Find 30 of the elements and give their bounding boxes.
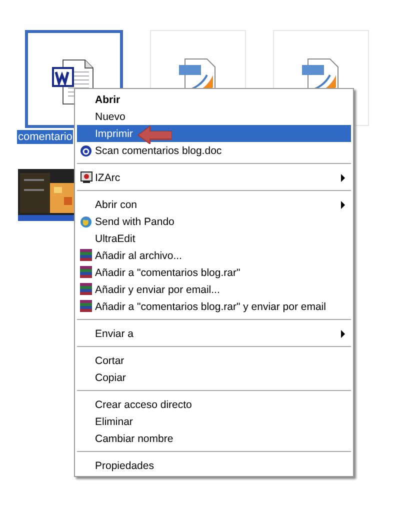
menu-item[interactable]: IZArc bbox=[77, 169, 351, 186]
menu-item[interactable]: Copiar bbox=[77, 369, 351, 386]
books-icon bbox=[79, 249, 93, 262]
menu-item[interactable]: Send with Pando bbox=[77, 213, 351, 230]
menu-item[interactable]: Añadir a "comentarios blog.rar" y enviar por email bbox=[77, 298, 351, 315]
menu-item[interactable]: Scan comentarios blog.doc bbox=[77, 142, 351, 159]
submenu-arrow-icon bbox=[341, 330, 345, 338]
menu-item[interactable]: Enviar a bbox=[77, 325, 351, 342]
menu-item[interactable]: Eliminar bbox=[77, 413, 351, 430]
menu-item[interactable]: Abrir bbox=[77, 91, 351, 108]
menu-item[interactable]: Imprimir bbox=[77, 125, 351, 142]
menu-item[interactable]: Crear acceso directo bbox=[77, 396, 351, 413]
submenu-arrow-icon bbox=[341, 174, 345, 182]
books-icon bbox=[79, 283, 93, 296]
arrow-icon bbox=[138, 126, 172, 144]
menu-item[interactable]: Abrir con bbox=[77, 196, 351, 213]
menu-item[interactable]: UltraEdit bbox=[77, 230, 351, 247]
file-name: comentario bbox=[17, 130, 74, 144]
menu-item[interactable]: Cambiar nombre bbox=[77, 430, 351, 447]
books-icon bbox=[79, 300, 93, 313]
menu-item[interactable]: Añadir y enviar por email... bbox=[77, 281, 351, 298]
books-icon bbox=[79, 266, 93, 279]
menu-item[interactable]: Añadir a "comentarios blog.rar" bbox=[77, 264, 351, 281]
scan-icon bbox=[80, 144, 92, 156]
menu-item[interactable]: Añadir al archivo... bbox=[77, 247, 351, 264]
menu-item[interactable]: Propiedades bbox=[77, 457, 351, 474]
globe-icon bbox=[80, 216, 92, 228]
menu-item[interactable]: Cortar bbox=[77, 352, 351, 369]
menu-item[interactable]: Nuevo bbox=[77, 108, 351, 125]
submenu-arrow-icon bbox=[341, 200, 345, 208]
